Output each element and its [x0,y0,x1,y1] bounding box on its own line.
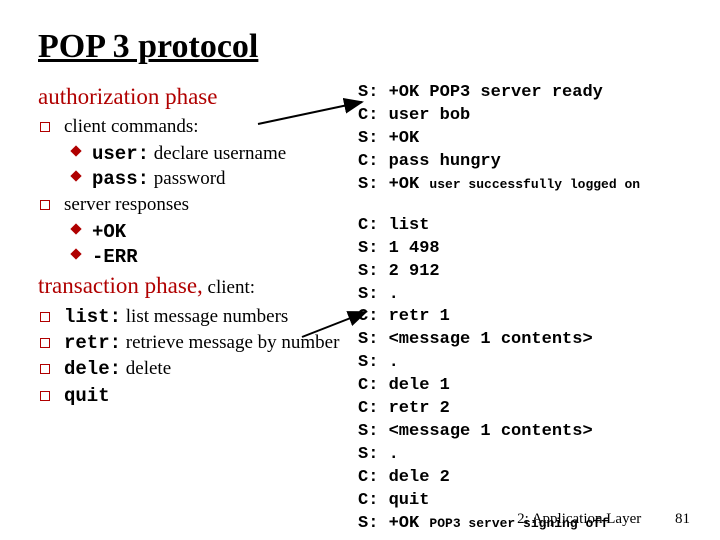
cmd: dele: [64,358,121,380]
cmd: user: [92,143,149,165]
text: list message numbers [121,306,288,327]
session-line: S: . [358,284,692,307]
text: client: [203,277,255,298]
text: retrieve message by number [121,332,339,353]
session-line: S: 1 498 [358,238,692,261]
text: server responses [64,194,189,215]
session-line: C: user bob [358,105,692,128]
bullet-server-responses: server responses +OK -ERR [56,193,348,269]
session-line: C: retr 2 [358,398,692,421]
bullet-err: -ERR [88,245,348,269]
text: client commands: [64,116,199,137]
text: declare username [149,143,286,164]
subhead-authorization: authorization phase [38,82,348,111]
cmd: pass: [92,168,149,190]
session-line: S: <message 1 contents> [358,329,692,352]
slide-footer: 2: Application Layer 81 [517,511,690,528]
cmd: -ERR [92,246,138,268]
cmd: +OK [92,221,126,243]
page-number: 81 [675,511,690,528]
bullet-list: list: list message numbers [56,305,348,329]
bullet-quit: quit [56,384,348,408]
session-line: S: +OK [358,128,692,151]
cmd: quit [64,385,110,407]
session-line: S: +OK POP3 server ready [358,82,692,105]
session-line: C: pass hungry [358,151,692,174]
session-line: S: . [358,444,692,467]
subhead-transaction: transaction phase, client: [38,271,348,300]
bullet-retr: retr: retrieve message by number [56,331,348,355]
session-line: C: dele 2 [358,467,692,490]
session-line: S: . [358,352,692,375]
session-line: C: quit [358,490,692,513]
right-column: S: +OK POP3 server readyC: user bobS: +O… [358,80,692,536]
session-line: S: 2 912 [358,261,692,284]
bullet-client-commands: client commands: user: declare username … [56,115,348,191]
footer-label: 2: Application Layer [517,511,641,527]
bullet-user: user: declare username [88,142,348,166]
session-line: C: dele 1 [358,375,692,398]
session-line: C: list [358,215,692,238]
cmd: retr: [64,332,121,354]
session-line: S: +OK user successfully logged on [358,174,692,197]
bullet-ok: +OK [88,220,348,244]
session-transaction: C: listS: 1 498S: 2 912S: .C: retr 1S: <… [358,215,692,536]
left-column: authorization phase client commands: use… [38,80,348,536]
text: transaction phase, [38,273,203,298]
bullet-pass: pass: password [88,167,348,191]
text: delete [121,358,171,379]
session-auth: S: +OK POP3 server readyC: user bobS: +O… [358,82,692,197]
text: password [149,168,226,189]
cmd: list: [64,306,121,328]
session-line: C: retr 1 [358,306,692,329]
slide-title: POP 3 protocol [38,28,692,66]
bullet-dele: dele: delete [56,357,348,381]
session-line: S: <message 1 contents> [358,421,692,444]
